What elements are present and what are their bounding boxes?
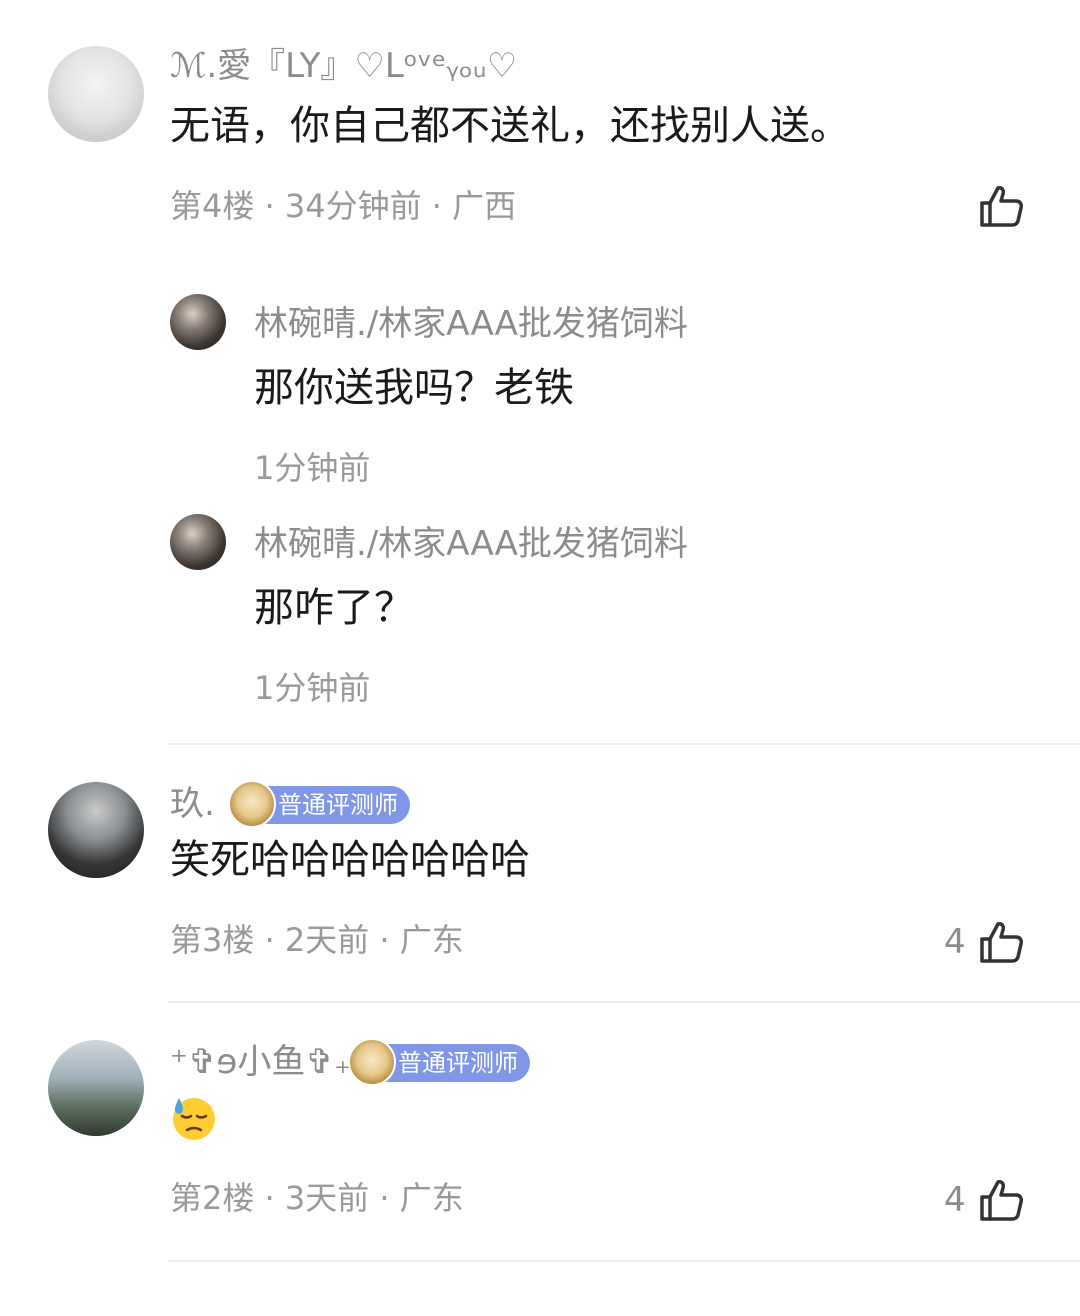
comment-username[interactable]: ⁺✞ɘ小鱼✞₊ [170, 1042, 352, 1082]
comment-meta: 第2楼 · 3天前 · 广东 [170, 1179, 464, 1217]
reply-username[interactable]: 林碗晴./林家AAA批发猪饲料 [254, 304, 688, 344]
badge-label: 普通评测师 [278, 791, 398, 819]
divider [168, 1260, 1080, 1262]
divider [168, 743, 1080, 745]
reply-text: 那咋了？ [254, 585, 414, 631]
badge-avatar-icon [348, 1038, 396, 1086]
reply-meta: 1分钟前 [254, 669, 371, 707]
user-badge[interactable]: 普通评测师 [348, 1038, 530, 1086]
reply-text: 那你送我吗？老铁 [254, 365, 574, 411]
badge-label: 普通评测师 [398, 1049, 518, 1077]
reply-username[interactable]: 林碗晴./林家AAA批发猪饲料 [254, 524, 688, 564]
avatar[interactable] [48, 46, 144, 142]
like-count: 4 [944, 922, 966, 962]
comment-username[interactable]: 玖. [170, 784, 215, 824]
comment-username[interactable]: ℳ.愛『LY』♡Lᵒᵛᵉᵧₒᵤ♡ [170, 46, 517, 86]
avatar[interactable] [170, 294, 226, 350]
downcast-face-with-sweat-icon [173, 1098, 215, 1140]
comment-meta: 第4楼 · 34分钟前 · 广西 [170, 187, 517, 225]
like-icon[interactable] [978, 182, 1026, 230]
like-count: 4 [944, 1180, 966, 1220]
divider [168, 1001, 1080, 1003]
avatar[interactable] [48, 1040, 144, 1136]
badge-avatar-icon [228, 780, 276, 828]
comment-text: 无语，你自己都不送礼，还找别人送。 [170, 103, 850, 149]
comment-meta: 第3楼 · 2天前 · 广东 [170, 921, 464, 959]
avatar[interactable] [48, 782, 144, 878]
avatar[interactable] [170, 514, 226, 570]
like-icon[interactable] [978, 1176, 1026, 1224]
reply-meta: 1分钟前 [254, 449, 371, 487]
like-icon[interactable] [978, 918, 1026, 966]
user-badge[interactable]: 普通评测师 [228, 780, 410, 828]
comment-text: 笑死哈哈哈哈哈哈哈 [170, 837, 530, 883]
